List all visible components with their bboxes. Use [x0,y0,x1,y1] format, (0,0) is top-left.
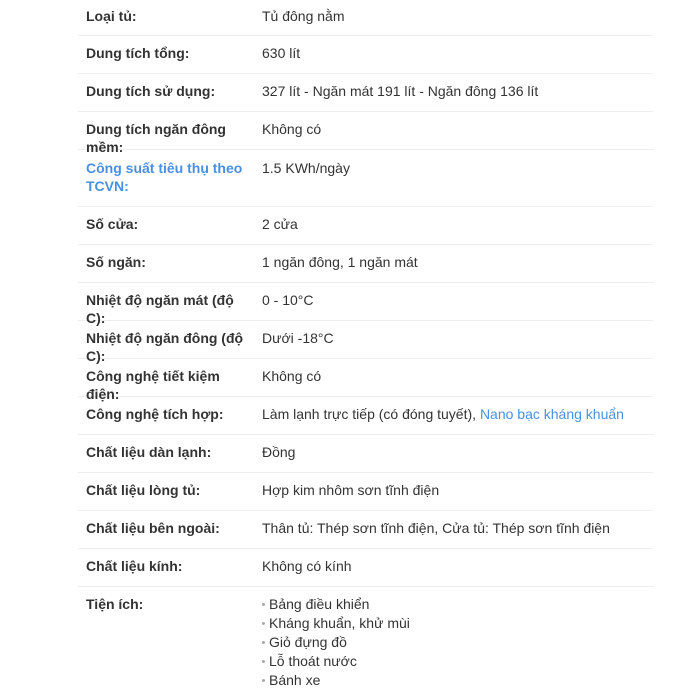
spec-value: Làm lạnh trực tiếp (có đóng tuyết), Nano… [254,405,653,434]
spec-value-text: Làm lạnh trực tiếp (có đóng tuyết), [262,406,477,422]
spec-value: 0 - 10°C [262,292,314,308]
spec-label: Chất liệu dàn lạnh: [86,444,212,460]
list-item: Kháng khuẩn, khử mùi [262,614,653,633]
spec-label: Số cửa: [86,216,139,232]
spec-label-line1: Công suất tiêu thụ theo [86,160,243,176]
nano-silver-link[interactable]: Nano bạc kháng khuẩn [480,406,624,422]
spec-row-interior: Chất liệu lòng tủ: Hợp kim nhôm sơn tĩnh… [78,473,653,511]
spec-label: Nhiệt độ ngăn mát (độ C): [86,292,234,326]
spec-value: Không có [262,368,322,384]
spec-label: Chất liệu lòng tủ: [86,482,201,498]
spec-row-doors: Số cửa: 2 cửa [78,207,653,245]
spec-row-soft-freeze: Dung tích ngăn đông mềm: Không có [78,112,653,155]
spec-label: Tiện ích: [86,596,144,612]
spec-value: Không có [262,121,322,137]
spec-row-glass: Chất liệu kính: Không có kính [78,549,653,587]
list-item: Bánh xe [262,671,653,690]
spec-row-cool-temp: Nhiệt độ ngăn mát (độ C): 0 - 10°C [78,283,653,326]
spec-label: Dung tích sử dụng: [86,83,216,99]
spec-value: 630 lít [262,45,301,61]
spec-label-line2: TCVN: [86,178,129,194]
spec-row-power-consumption: Công suất tiêu thụ theo TCVN: 1.5 KWh/ng… [78,150,653,207]
spec-value: Tủ đông nằm [262,8,345,24]
spec-value: Hợp kim nhôm sơn tĩnh điện [262,482,440,498]
specifications-table: Loại tủ: Tủ đông nằm Dung tích tổng: 630… [78,0,653,690]
spec-row-freeze-temp: Nhiệt độ ngăn đông (độ C): Dưới -18°C [78,321,653,364]
spec-label: Chất liệu kính: [86,558,183,574]
spec-row-evaporator: Chất liệu dàn lạnh: Đồng [78,435,653,473]
power-consumption-link[interactable]: Công suất tiêu thụ theo TCVN: [78,159,254,206]
spec-label: Công nghệ tích hợp: [86,406,224,422]
list-item: Bảng điều khiển [262,595,653,614]
spec-row-compartments: Số ngăn: 1 ngăn đông, 1 ngăn mát [78,245,653,283]
spec-row-usable-capacity: Dung tích sử dụng: 327 lít - Ngăn mát 19… [78,74,653,112]
spec-row-utilities: Tiện ích: Bảng điều khiển Kháng khuẩn, k… [78,587,653,690]
spec-row-exterior: Chất liệu bên ngoài: Thân tủ: Thép sơn t… [78,511,653,549]
spec-row-technology: Công nghệ tích hợp: Làm lạnh trực tiếp (… [78,397,653,435]
spec-value: 1 ngăn đông, 1 ngăn mát [262,254,418,270]
spec-label: Dung tích tổng: [86,45,190,61]
spec-value: 2 cửa [262,216,298,232]
list-item: Giỏ đựng đồ [262,633,653,652]
spec-row-cabinet-type: Loại tủ: Tủ đông nằm [78,0,653,36]
spec-label: Số ngăn: [86,254,146,270]
spec-label: Loại tủ: [86,8,137,24]
spec-value: Dưới -18°C [262,330,334,346]
spec-label: Nhiệt độ ngăn đông (độ C): [86,330,244,364]
spec-label: Công nghệ tiết kiệm điện: [86,368,220,402]
list-item: Lỗ thoát nước [262,652,653,671]
spec-value: 327 lít - Ngăn mát 191 lít - Ngăn đông 1… [262,83,539,99]
spec-label: Dung tích ngăn đông mềm: [86,121,226,155]
spec-value: Bảng điều khiển Kháng khuẩn, khử mùi Giỏ… [254,595,653,690]
spec-value: 1.5 KWh/ngày [262,160,350,176]
spec-row-total-capacity: Dung tích tổng: 630 lít [78,36,653,74]
spec-row-energy-saving: Công nghệ tiết kiệm điện: Không có [78,359,653,402]
spec-value: Không có kính [262,558,352,574]
spec-label: Chất liệu bên ngoài: [86,520,220,536]
spec-value: Đồng [262,444,296,460]
spec-value: Thân tủ: Thép sơn tĩnh điện, Cửa tủ: Thé… [262,520,610,536]
utilities-list: Bảng điều khiển Kháng khuẩn, khử mùi Giỏ… [262,595,653,690]
